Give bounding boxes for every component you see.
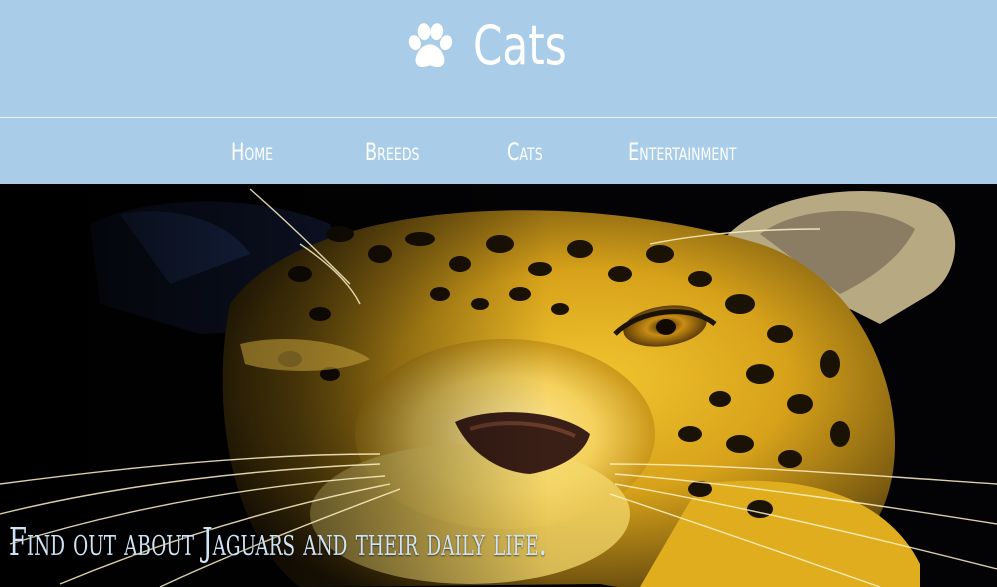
site-title: Cats — [473, 14, 568, 77]
main-nav: Home Breeds Cats Entertainment — [0, 118, 997, 184]
nav-item-entertainment[interactable]: Entertainment — [628, 137, 736, 167]
hero-caption: Find out about Jaguars and their daily l… — [9, 520, 547, 564]
site-header: Cats — [0, 0, 997, 117]
brand[interactable]: Cats — [0, 6, 997, 86]
nav-item-cats[interactable]: Cats — [507, 137, 543, 167]
nav-item-home[interactable]: Home — [231, 137, 273, 167]
paw-icon — [409, 23, 453, 67]
hero-banner: Find out about Jaguars and their daily l… — [0, 184, 997, 587]
nav-item-breeds[interactable]: Breeds — [365, 137, 419, 167]
